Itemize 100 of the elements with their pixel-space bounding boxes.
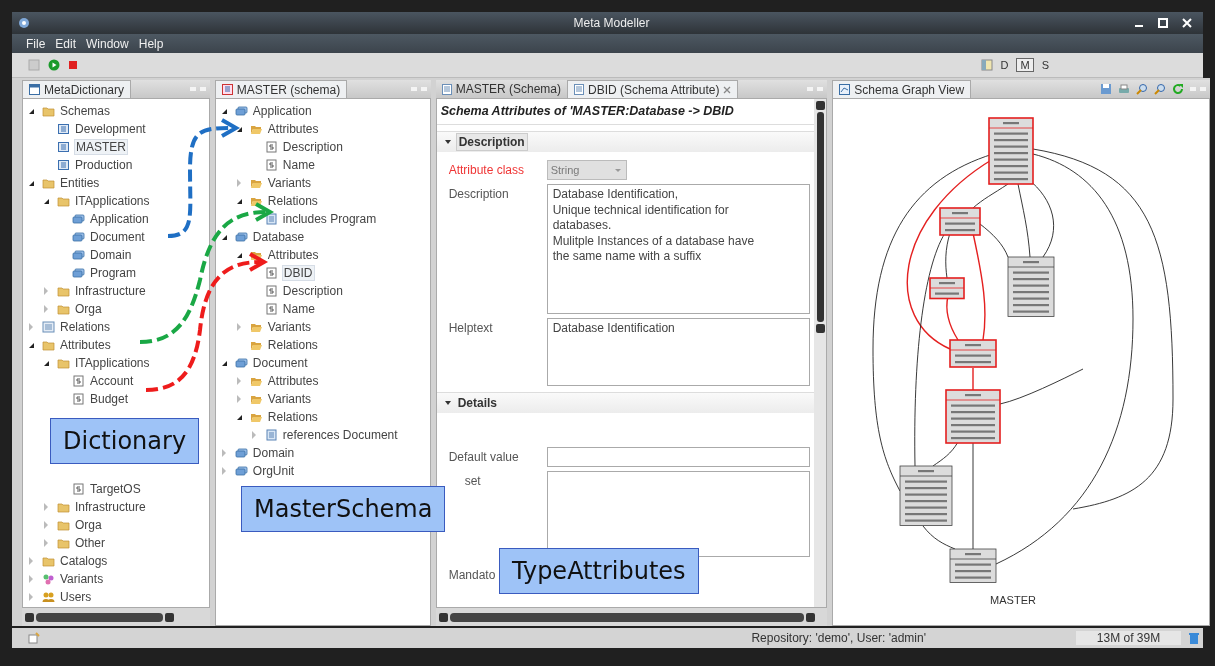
- horizontal-scrollbar[interactable]: [435, 608, 828, 626]
- trash-icon[interactable]: [1189, 631, 1199, 645]
- tree-item[interactable]: references Document: [281, 428, 399, 442]
- tree-item[interactable]: Entities: [59, 176, 101, 190]
- expand-icon[interactable]: [29, 575, 33, 583]
- expand-icon[interactable]: [29, 557, 33, 565]
- collapse-icon[interactable]: [44, 198, 49, 204]
- tree-item[interactable]: OrgUnit: [251, 464, 296, 478]
- menu-item[interactable]: File: [26, 36, 46, 51]
- maximize-icon[interactable]: [1157, 17, 1169, 29]
- tree-item[interactable]: Other: [74, 536, 106, 550]
- entity-node[interactable]: [949, 339, 998, 368]
- collapse-icon[interactable]: [221, 360, 227, 366]
- menu-item[interactable]: Help: [138, 36, 164, 51]
- tree-item[interactable]: Relations: [266, 194, 319, 208]
- tree-item[interactable]: Relations: [266, 410, 319, 424]
- tree-item[interactable]: Name: [281, 302, 316, 316]
- menu-item[interactable]: Edit: [55, 36, 77, 51]
- expand-icon[interactable]: [44, 521, 48, 529]
- section-toggle-icon[interactable]: [444, 401, 451, 405]
- entity-node[interactable]: [939, 207, 982, 236]
- tree-item[interactable]: Variants: [59, 572, 105, 586]
- perspective-button[interactable]: D: [996, 58, 1013, 72]
- tree-item[interactable]: Attributes: [59, 338, 112, 352]
- view-tab[interactable]: MASTER (schema): [214, 80, 348, 98]
- tree-item[interactable]: Description: [281, 140, 344, 154]
- expand-icon[interactable]: [236, 377, 241, 385]
- tree-item[interactable]: Database: [251, 230, 306, 244]
- collapse-icon[interactable]: [236, 252, 242, 258]
- expand-icon[interactable]: [221, 449, 226, 457]
- expand-icon[interactable]: [44, 305, 48, 313]
- expand-icon[interactable]: [236, 395, 241, 403]
- vertical-scrollbar[interactable]: [814, 99, 827, 607]
- collapse-icon[interactable]: [29, 342, 34, 348]
- tree-item[interactable]: Budget: [89, 392, 130, 406]
- tree-item[interactable]: MASTER: [74, 139, 128, 155]
- tree-item[interactable]: Infrastructure: [74, 500, 147, 514]
- tree-item[interactable]: Catalogs: [59, 554, 109, 568]
- tree-item[interactable]: DBID: [281, 265, 315, 281]
- collapse-icon[interactable]: [221, 234, 227, 240]
- tree-item[interactable]: Variants: [266, 176, 312, 190]
- tree-item[interactable]: ITApplications: [74, 356, 151, 370]
- section-title[interactable]: Description: [455, 133, 528, 151]
- entity-node[interactable]: [1007, 256, 1055, 317]
- collapse-icon[interactable]: [29, 180, 34, 186]
- expand-icon[interactable]: [44, 539, 48, 547]
- tree-item[interactable]: includes Program: [281, 212, 378, 226]
- expand-icon[interactable]: [221, 467, 226, 475]
- tree-item[interactable]: Description: [281, 284, 344, 298]
- entity-node[interactable]: [945, 389, 1002, 444]
- expand-icon[interactable]: [44, 287, 48, 295]
- collapse-icon[interactable]: [29, 108, 34, 114]
- horizontal-scrollbar[interactable]: [22, 608, 210, 626]
- menu-item[interactable]: Window: [86, 36, 129, 51]
- input-field[interactable]: [546, 447, 811, 467]
- entity-node[interactable]: [988, 117, 1035, 185]
- expand-icon[interactable]: [29, 593, 33, 601]
- entity-node[interactable]: [899, 465, 953, 526]
- collapse-icon[interactable]: [236, 198, 242, 204]
- expand-icon[interactable]: [236, 323, 241, 331]
- stop-icon[interactable]: [68, 60, 78, 70]
- section-title[interactable]: Details: [455, 395, 499, 411]
- entity-node[interactable]: [949, 548, 997, 583]
- tree-item[interactable]: Production: [74, 158, 134, 172]
- tree-item[interactable]: Application: [89, 212, 150, 226]
- tree-item[interactable]: Name: [281, 158, 316, 172]
- tree-item[interactable]: Orga: [74, 302, 103, 316]
- tree-item[interactable]: Schemas: [59, 104, 112, 118]
- run-icon[interactable]: [48, 59, 60, 71]
- tree-item[interactable]: Attributes: [266, 122, 320, 136]
- tree-item[interactable]: Variants: [266, 392, 312, 406]
- view-tab[interactable]: Schema Graph View: [832, 80, 972, 98]
- text-area[interactable]: Database Identification: [546, 318, 811, 386]
- tree-item[interactable]: Relations: [266, 338, 319, 352]
- collapse-icon[interactable]: [44, 360, 49, 366]
- expand-icon[interactable]: [29, 323, 33, 331]
- tree-item[interactable]: Relations: [59, 320, 112, 334]
- tree-item[interactable]: TargetOS: [89, 482, 142, 496]
- refresh-icon[interactable]: [1172, 83, 1184, 95]
- tree-item[interactable]: Program: [89, 266, 137, 280]
- expand-icon[interactable]: [251, 431, 256, 439]
- tree-item[interactable]: Domain: [251, 446, 296, 460]
- tree-item[interactable]: Domain: [89, 248, 133, 262]
- tree-item[interactable]: Account: [89, 374, 135, 388]
- save-icon[interactable]: [1100, 83, 1112, 95]
- editor-tab[interactable]: DBID (Schema Attribute): [567, 80, 739, 98]
- tree-item[interactable]: Infrastructure: [74, 284, 147, 298]
- editor-tab[interactable]: MASTER (Schema): [435, 80, 567, 98]
- entity-node[interactable]: [929, 277, 966, 300]
- tree-item[interactable]: ITApplications: [74, 194, 151, 208]
- new-window-icon[interactable]: [28, 632, 40, 644]
- collapse-icon[interactable]: [236, 414, 242, 420]
- expand-icon[interactable]: [236, 179, 241, 187]
- zoom-in-icon[interactable]: [1136, 83, 1148, 95]
- tree-item[interactable]: Application: [251, 104, 313, 118]
- tree-item[interactable]: Development: [74, 122, 147, 136]
- print-icon[interactable]: [1118, 83, 1130, 95]
- perspective-button[interactable]: S: [1037, 58, 1053, 72]
- tree-item[interactable]: Attributes: [266, 248, 320, 262]
- collapse-icon[interactable]: [236, 126, 242, 132]
